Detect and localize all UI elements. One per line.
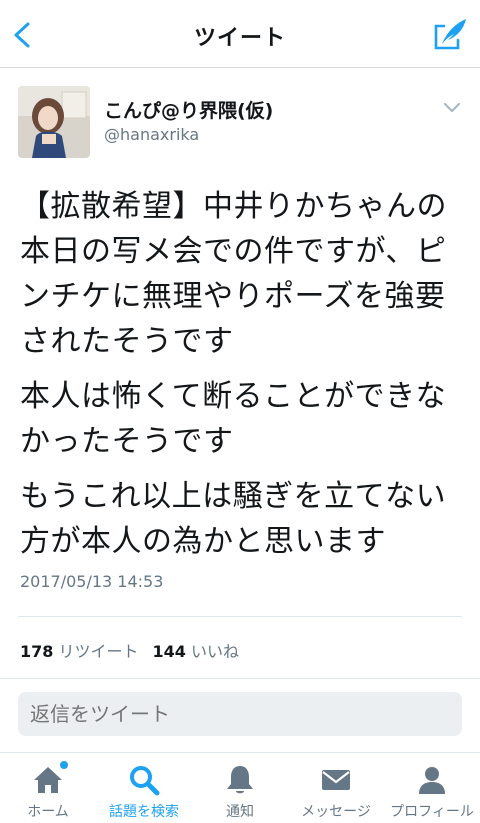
tab-notifications[interactable]: 通知 (192, 753, 288, 823)
compose-tweet-icon[interactable] (432, 16, 468, 52)
retweet-count: 178 (20, 642, 54, 661)
person-icon (419, 767, 445, 794)
tweet-stats: 178 リツイート 144 いいね (20, 638, 239, 662)
tab-label: 通知 (226, 804, 254, 820)
notification-dot (60, 761, 68, 769)
retweet-label: リツイート (58, 642, 139, 661)
retweet-stat[interactable]: 178 リツイート (20, 642, 139, 661)
tab-search[interactable]: 話題を検索 (96, 753, 192, 823)
reply-input[interactable] (18, 692, 462, 736)
tweet-paragraph: もうこれ以上は騒ぎを立てない方が本人の為かと思います (20, 479, 447, 559)
tab-label: プロフィール (390, 804, 474, 820)
like-label: いいね (191, 642, 240, 661)
tab-messages[interactable]: メッセージ (288, 753, 384, 823)
bell-icon (227, 766, 253, 794)
like-count: 144 (152, 642, 186, 661)
tab-home[interactable]: ホーム (0, 753, 96, 823)
divider (0, 678, 480, 679)
tab-label: メッセージ (301, 804, 371, 820)
tab-profile[interactable]: プロフィール (384, 753, 480, 823)
search-icon (130, 766, 160, 796)
chevron-down-icon[interactable] (442, 100, 462, 114)
avatar[interactable] (18, 86, 90, 158)
tweet-paragraph: 本人は怖くて断ることができなかったそうです (20, 379, 447, 459)
tweet-timestamp: 2017/05/13 14:53 (20, 572, 164, 591)
tab-label: 話題を検索 (109, 804, 179, 820)
page-title: ツイート (193, 26, 286, 51)
tab-label: ホーム (27, 804, 69, 820)
tweet-paragraph: 【拡散希望】中井りかちゃんの本日の写メ会での件ですが、ピンチケに無理やりポーズを… (20, 189, 447, 359)
tweet-text: 【拡散希望】中井りかちゃんの本日の写メ会での件ですが、ピンチケに無理やりポーズを… (20, 184, 472, 574)
envelope-icon (322, 770, 350, 790)
home-icon (34, 767, 62, 793)
navigation-bar: ツイート (0, 0, 480, 68)
tab-bar: ホーム 話題を検索 通知 メッセージ プロフィール (0, 752, 480, 823)
user-handle[interactable]: @hanaxrika (104, 125, 199, 144)
display-name[interactable]: こんぴ@り界隈(仮) (104, 96, 273, 123)
like-stat[interactable]: 144 いいね (153, 642, 240, 661)
divider (18, 616, 462, 617)
